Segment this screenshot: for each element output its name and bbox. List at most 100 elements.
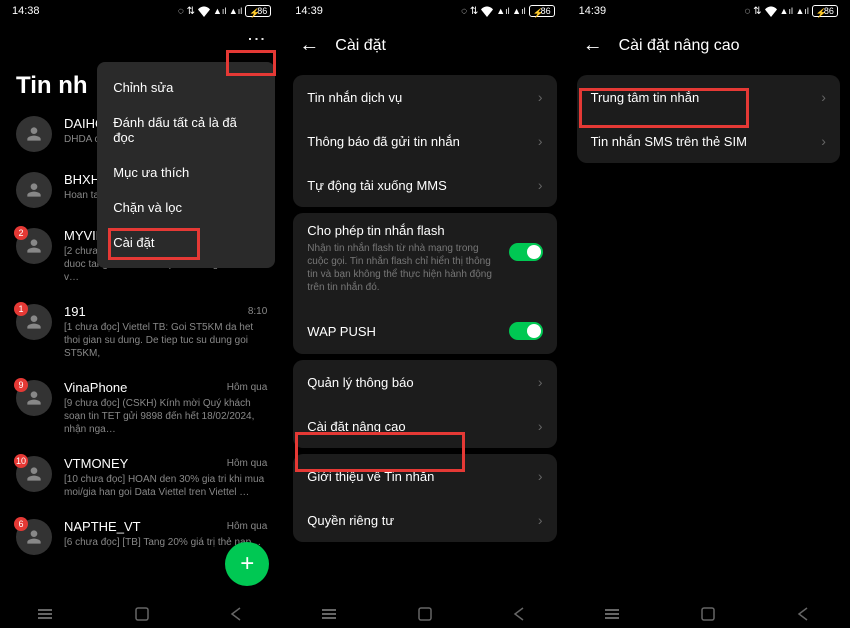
avatar: 1 xyxy=(16,304,52,340)
wap-toggle[interactable] xyxy=(509,322,543,340)
settings-group-3: Quản lý thông báo › Cài đặt nâng cao › xyxy=(293,360,556,448)
chevron-right-icon: › xyxy=(821,89,826,105)
settings-row[interactable]: Cài đặt nâng cao › xyxy=(293,404,556,448)
time: 14:38 xyxy=(12,5,40,17)
sender-name: 191 xyxy=(64,304,86,319)
nav-recents[interactable] xyxy=(584,606,644,622)
preview: [9 chưa đọc] (CSKH) Kính mời Quý khách s… xyxy=(64,397,267,436)
menu-item-4[interactable]: Cài đặt xyxy=(97,225,275,260)
row-label: Trung tâm tin nhắn xyxy=(591,90,700,105)
status-bar: 14:39 ◌ ⇅▲ıl ▲ıl⚡86 xyxy=(567,0,850,22)
nav-home[interactable] xyxy=(112,606,172,622)
time: 14:39 xyxy=(295,5,323,17)
row-label: Giới thiệu về Tin nhắn xyxy=(307,469,434,484)
avatar: 9 xyxy=(16,380,52,416)
nav-back[interactable] xyxy=(206,606,266,622)
unread-badge: 2 xyxy=(14,226,28,240)
nav-home[interactable] xyxy=(395,606,455,622)
settings-row[interactable]: Tin nhắn dịch vụ › xyxy=(293,75,556,119)
unread-badge: 6 xyxy=(14,517,28,531)
menu-item-0[interactable]: Chỉnh sửa xyxy=(97,70,275,105)
menu-item-3[interactable]: Chặn và lọc xyxy=(97,190,275,225)
conversation-row[interactable]: 9 VinaPhone Hôm qua [9 chưa đọc] (CSKH) Kín… xyxy=(8,370,275,446)
flash-desc: Nhận tin nhắn flash từ nhà mạng trong cu… xyxy=(307,242,500,294)
chevron-right-icon: › xyxy=(821,133,826,149)
wap-row[interactable]: WAP PUSH xyxy=(293,308,556,354)
preview: [10 chưa đọc] HOAN den 30% gia tri khi m… xyxy=(64,473,267,499)
avatar: 10 xyxy=(16,456,52,492)
unread-badge: 1 xyxy=(14,302,28,316)
phone-1-messages: 14:38 ◌ ⇅ ▲ıl ▲ıl ⚡86 ⋮ Tin nh DAIHOCDHD… xyxy=(0,0,283,628)
toolbar: ⋮ xyxy=(0,22,283,54)
time: 14:39 xyxy=(579,5,607,17)
advanced-group: Trung tâm tin nhắn›Tin nhắn SMS trên thẻ… xyxy=(577,75,840,163)
preview: [1 chưa đọc] Viettel TB: Goi ST5KM da he… xyxy=(64,321,267,360)
status-icons: ◌ ⇅ ▲ıl ▲ıl ⚡86 xyxy=(178,5,271,17)
settings-row[interactable]: Giới thiệu về Tin nhắn › xyxy=(293,454,556,498)
nav-recents[interactable] xyxy=(301,606,361,622)
status-bar: 14:39 ◌ ⇅▲ıl ▲ıl⚡86 xyxy=(283,0,566,22)
header: ← Cài đặt xyxy=(283,22,566,69)
unread-badge: 9 xyxy=(14,378,28,392)
menu-item-1[interactable]: Đánh dấu tất cả là đã đọc xyxy=(97,105,275,155)
header: ← Cài đặt nâng cao xyxy=(567,22,850,69)
settings-row[interactable]: Quản lý thông báo › xyxy=(293,360,556,404)
settings-row[interactable]: Tin nhắn SMS trên thẻ SIM › xyxy=(577,119,840,163)
settings-group-4: Giới thiệu về Tin nhắn › Quyền riêng tư › xyxy=(293,454,556,542)
row-label: Quản lý thông báo xyxy=(307,375,413,390)
conversation-row[interactable]: 10 VTMONEY Hôm qua [10 chưa đọc] HOAN den 3… xyxy=(8,446,275,509)
timestamp: 8:10 xyxy=(248,306,267,317)
chevron-right-icon: › xyxy=(538,374,543,390)
nav-bar xyxy=(283,600,566,628)
row-label: Tự động tải xuống MMS xyxy=(307,178,447,193)
settings-row[interactable]: Trung tâm tin nhắn › xyxy=(577,75,840,119)
avatar xyxy=(16,116,52,152)
nav-back[interactable] xyxy=(773,606,833,622)
avatar: 2 xyxy=(16,228,52,264)
page-title: Cài đặt nâng cao xyxy=(619,37,740,55)
chevron-right-icon: › xyxy=(538,177,543,193)
chevron-right-icon: › xyxy=(538,89,543,105)
nav-home[interactable] xyxy=(678,606,738,622)
timestamp: Hôm qua xyxy=(227,521,268,532)
settings-row[interactable]: Quyền riêng tư › xyxy=(293,498,556,542)
unread-badge: 10 xyxy=(14,454,28,468)
settings-row[interactable]: Thông báo đã gửi tin nhắn › xyxy=(293,119,556,163)
settings-group-2: Cho phép tin nhắn flash Nhận tin nhắn fl… xyxy=(293,213,556,354)
nav-bar xyxy=(567,600,850,628)
nav-back[interactable] xyxy=(489,606,549,622)
sender-name: VinaPhone xyxy=(64,380,127,395)
status-bar: 14:38 ◌ ⇅ ▲ıl ▲ıl ⚡86 xyxy=(0,0,283,22)
timestamp: Hôm qua xyxy=(227,382,268,393)
timestamp: Hôm qua xyxy=(227,458,268,469)
avatar xyxy=(16,172,52,208)
settings-row[interactable]: Tự động tải xuống MMS › xyxy=(293,163,556,207)
chevron-right-icon: › xyxy=(538,512,543,528)
back-icon[interactable]: ← xyxy=(583,34,603,57)
flash-toggle[interactable] xyxy=(509,243,543,261)
flash-row[interactable]: Cho phép tin nhắn flash Nhận tin nhắn fl… xyxy=(293,213,556,308)
chevron-right-icon: › xyxy=(538,133,543,149)
phone-2-settings: 14:39 ◌ ⇅▲ıl ▲ıl⚡86 ← Cài đặt Tin nhắn d… xyxy=(283,0,566,628)
sender-name: VTMONEY xyxy=(64,456,128,471)
row-label: Tin nhắn dịch vụ xyxy=(307,90,402,105)
nav-recents[interactable] xyxy=(17,606,77,622)
nav-bar xyxy=(0,600,283,628)
back-icon[interactable]: ← xyxy=(299,34,319,57)
row-label: Cài đặt nâng cao xyxy=(307,419,405,434)
overflow-menu-icon[interactable]: ⋮ xyxy=(245,30,267,46)
chevron-right-icon: › xyxy=(538,418,543,434)
row-label: Thông báo đã gửi tin nhắn xyxy=(307,134,460,149)
row-label: Quyền riêng tư xyxy=(307,513,394,528)
compose-fab[interactable]: + xyxy=(225,542,269,586)
chevron-right-icon: › xyxy=(538,468,543,484)
settings-group-1: Tin nhắn dịch vụ›Thông báo đã gửi tin nh… xyxy=(293,75,556,207)
avatar: 6 xyxy=(16,519,52,555)
flash-title: Cho phép tin nhắn flash xyxy=(307,223,500,238)
row-label: Tin nhắn SMS trên thẻ SIM xyxy=(591,134,747,149)
sender-name: NAPTHE_VT xyxy=(64,519,141,534)
conversation-row[interactable]: 1 191 8:10 [1 chưa đọc] Viettel TB: Goi ST5… xyxy=(8,294,275,370)
menu-item-2[interactable]: Mục ưa thích xyxy=(97,155,275,190)
phone-3-advanced: 14:39 ◌ ⇅▲ıl ▲ıl⚡86 ← Cài đặt nâng cao T… xyxy=(567,0,850,628)
page-title: Cài đặt xyxy=(335,37,386,55)
